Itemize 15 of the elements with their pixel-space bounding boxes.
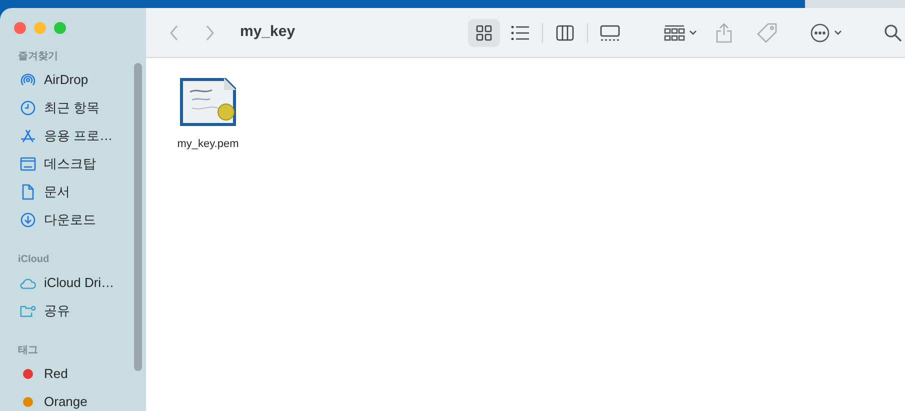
- sidebar-item[interactable]: Orange: [44, 392, 88, 411]
- sidebar-item[interactable]: 데스크탑: [44, 154, 96, 174]
- sidebar-item[interactable]: 응용 프로…: [44, 126, 113, 146]
- sidebar-item[interactable]: iCloud Dri…: [44, 273, 114, 293]
- file-name[interactable]: my_key.pem: [177, 136, 239, 152]
- section-heading: 즐겨찾기: [17, 50, 59, 64]
- sidebar-item[interactable]: 문서: [44, 182, 70, 202]
- sidebar-item[interactable]: 다운로드: [44, 210, 96, 230]
- sidebar-item[interactable]: 최근 항목: [44, 98, 100, 118]
- sidebar-item[interactable]: AirDrop: [44, 70, 88, 90]
- sidebar-item[interactable]: Red: [44, 364, 68, 384]
- section-heading: iCloud: [17, 253, 50, 267]
- window-title: my_key: [240, 22, 296, 42]
- section-heading: 태그: [17, 344, 39, 358]
- sidebar-item[interactable]: 공유: [44, 301, 70, 321]
